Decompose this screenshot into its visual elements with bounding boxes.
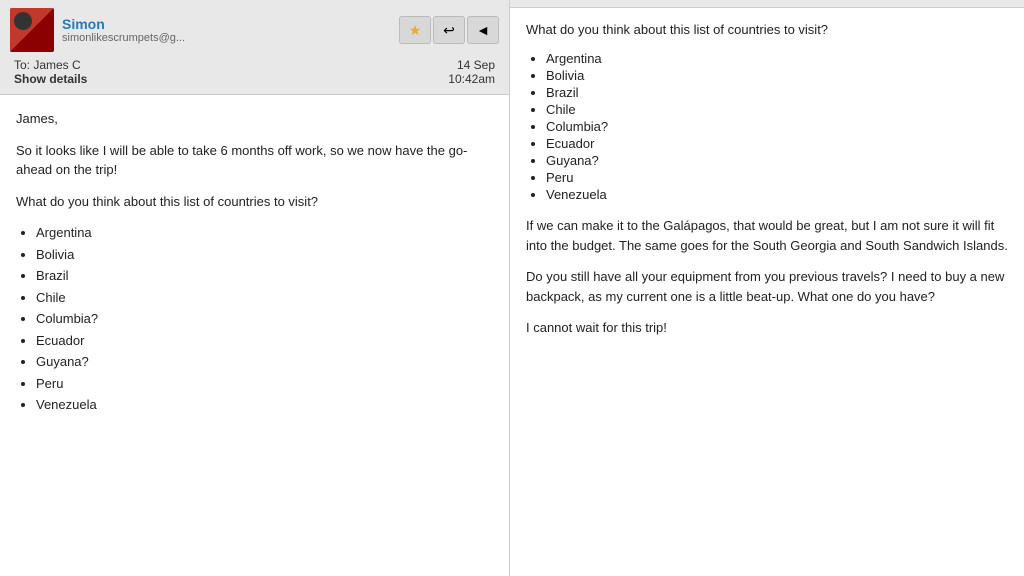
list-item: Guyana? xyxy=(546,153,1008,168)
header-meta: To: James C Show details 14 Sep 10:42am xyxy=(10,58,499,86)
list-item: Brazil xyxy=(546,85,1008,100)
email-body: James, So it looks like I will be able t… xyxy=(0,95,509,576)
show-details-link[interactable]: Show details xyxy=(14,72,87,86)
email-header: Simon simonlikescrumpets@g... ★ ↩ ◄ To: … xyxy=(0,0,509,95)
header-actions: ★ ↩ ◄ xyxy=(399,16,499,44)
header-meta-left: To: James C Show details xyxy=(14,58,87,86)
list-item: Brazil xyxy=(36,266,493,286)
email-time: 10:42am xyxy=(448,72,495,86)
right-container: What do you think about this list of cou… xyxy=(510,0,1024,576)
list-item: Argentina xyxy=(36,223,493,243)
list-item: Venezuela xyxy=(36,395,493,415)
list-item: Venezuela xyxy=(546,187,1008,202)
list-item: Columbia? xyxy=(36,309,493,329)
greeting: James, xyxy=(16,109,493,129)
countries-list-right: Argentina Bolivia Brazil Chile Columbia?… xyxy=(546,51,1008,202)
list-item: Bolivia xyxy=(36,245,493,265)
avatar xyxy=(10,8,54,52)
list-item: Peru xyxy=(546,170,1008,185)
email-date: 14 Sep xyxy=(448,58,495,72)
header-top: Simon simonlikescrumpets@g... ★ ↩ ◄ xyxy=(10,8,499,52)
reply-button[interactable]: ↩ xyxy=(433,16,465,44)
equipment-paragraph: Do you still have all your equipment fro… xyxy=(526,267,1008,306)
right-panel: What do you think about this list of cou… xyxy=(510,8,1024,576)
list-item: Guyana? xyxy=(36,352,493,372)
closing-paragraph: I cannot wait for this trip! xyxy=(526,318,1008,338)
list-item: Ecuador xyxy=(36,331,493,351)
sender-email: simonlikescrumpets@g... xyxy=(62,32,391,44)
email-left-panel: Simon simonlikescrumpets@g... ★ ↩ ◄ To: … xyxy=(0,0,510,576)
list-item: Chile xyxy=(546,102,1008,117)
list-item: Columbia? xyxy=(546,119,1008,134)
date-time: 14 Sep 10:42am xyxy=(448,58,495,86)
list-item: Chile xyxy=(36,288,493,308)
back-button[interactable]: ◄ xyxy=(467,16,499,44)
galapagos-paragraph: If we can make it to the Galápagos, that… xyxy=(526,216,1008,255)
list-item: Peru xyxy=(36,374,493,394)
list-item: Ecuador xyxy=(546,136,1008,151)
list-item: Bolivia xyxy=(546,68,1008,83)
sender-name: Simon xyxy=(62,16,391,32)
body-paragraph1: So it looks like I will be able to take … xyxy=(16,141,493,180)
sender-info: Simon simonlikescrumpets@g... xyxy=(62,16,391,44)
body-paragraph2: What do you think about this list of cou… xyxy=(16,192,493,212)
to-field: To: James C xyxy=(14,58,87,72)
countries-list-left: Argentina Bolivia Brazil Chile Columbia?… xyxy=(36,223,493,415)
right-intro: What do you think about this list of cou… xyxy=(526,20,1008,40)
right-topbar xyxy=(510,0,1024,8)
star-button[interactable]: ★ xyxy=(399,16,431,44)
list-item: Argentina xyxy=(546,51,1008,66)
